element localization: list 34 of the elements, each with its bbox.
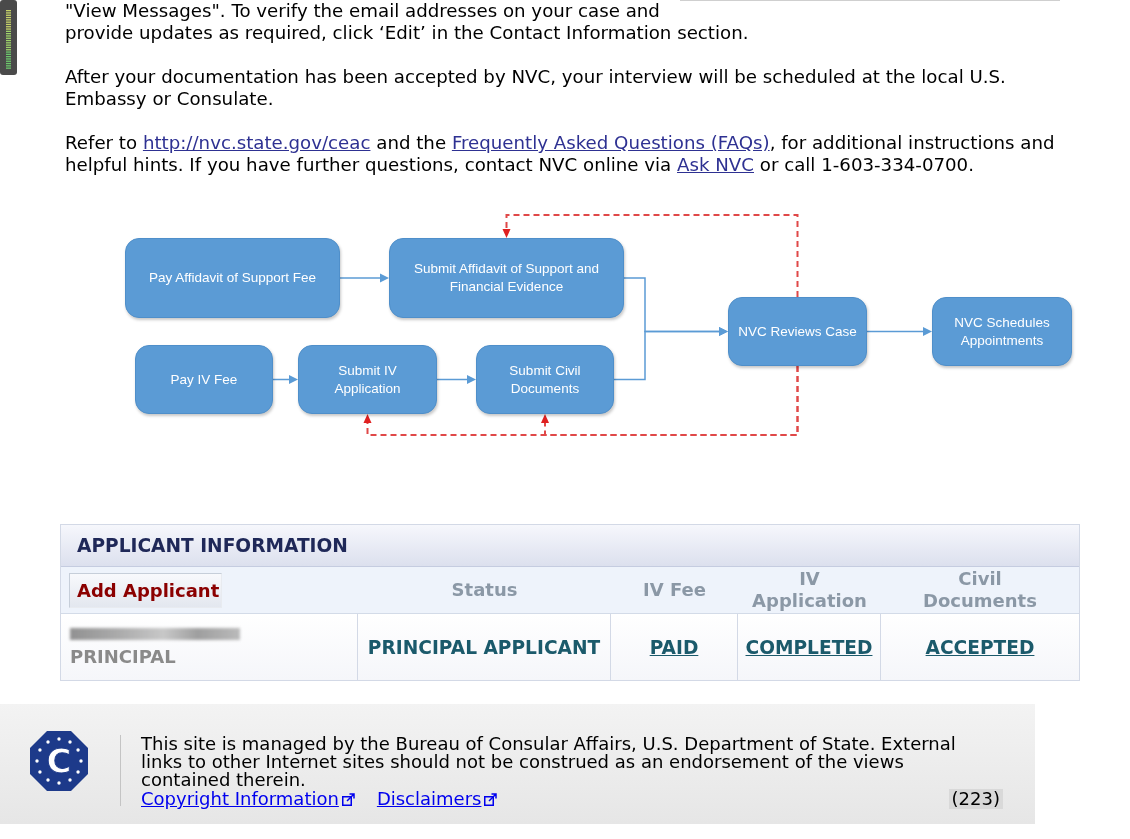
process-step: Pay IV Fee xyxy=(135,345,273,414)
text-link[interactable]: Ask NVC xyxy=(677,154,754,175)
column-header: Status xyxy=(451,579,518,601)
column-header: IV Application xyxy=(751,568,868,612)
body-paragraph: After your documentation has been accepted by NVC, your interview will be scheduled at the local U.S. Embassy or Consulate. xyxy=(65,66,1007,110)
seal-logo: C xyxy=(30,731,88,791)
add-applicant-button[interactable]: Add Applicant xyxy=(69,572,223,608)
process-step: Pay Affidavit of Support Fee xyxy=(125,238,340,318)
footer-link[interactable]: Disclaimers xyxy=(376,790,498,808)
external-link-icon xyxy=(341,792,355,806)
visit-counter: (223) xyxy=(948,789,1003,809)
applicant-role: PRINCIPAL xyxy=(70,645,176,667)
flow-arrow xyxy=(436,375,476,384)
footer-notice: This site is managed by the Bureau of Consular Affairs, U.S. Department of State. External links to other Internet sites should not be construed as an endorsement of the views contained therein. xyxy=(141,735,957,789)
body-paragraph: "View Messages". To verify the email addresses on your case and provide updates as required, click ‘Edit’ in the Contact Information section. xyxy=(65,0,750,44)
flow-arrow xyxy=(339,273,389,283)
process-step: Submit IV Application xyxy=(298,345,437,414)
text-link[interactable]: Frequently Asked Questions (FAQs) xyxy=(451,132,770,153)
process-step: Submit Affidavit of Support and Financial Evidence xyxy=(389,238,624,318)
footer-link[interactable]: Copyright Information xyxy=(141,790,355,808)
status-link[interactable]: PAID xyxy=(649,636,699,658)
status-link[interactable]: ACCEPTED xyxy=(925,636,1035,658)
column-header: Civil Documents xyxy=(922,568,1038,612)
column-header: IV Fee xyxy=(643,579,706,601)
process-step: Submit Civil Documents xyxy=(476,345,614,414)
external-link-icon xyxy=(484,792,498,806)
process-step: NVC Reviews Case xyxy=(728,297,867,366)
flow-arrow xyxy=(866,327,932,336)
body-paragraph: Refer to http://nvc.state.gov/ceac and the Frequently Asked Questions (FAQs), for additional instructions and helpful hints. If you have further questions, contact NVC online via Ask NVC or call 1-603-334-0700. xyxy=(65,132,1056,176)
process-step: NVC Schedules Appointments xyxy=(932,297,1072,366)
text-link[interactable]: http://nvc.state.gov/ceac xyxy=(142,132,371,153)
section-title: APPLICANT INFORMATION xyxy=(77,535,348,556)
table-cell: PRINCIPAL APPLICANT xyxy=(358,614,611,680)
level-meter-icon xyxy=(0,0,17,75)
